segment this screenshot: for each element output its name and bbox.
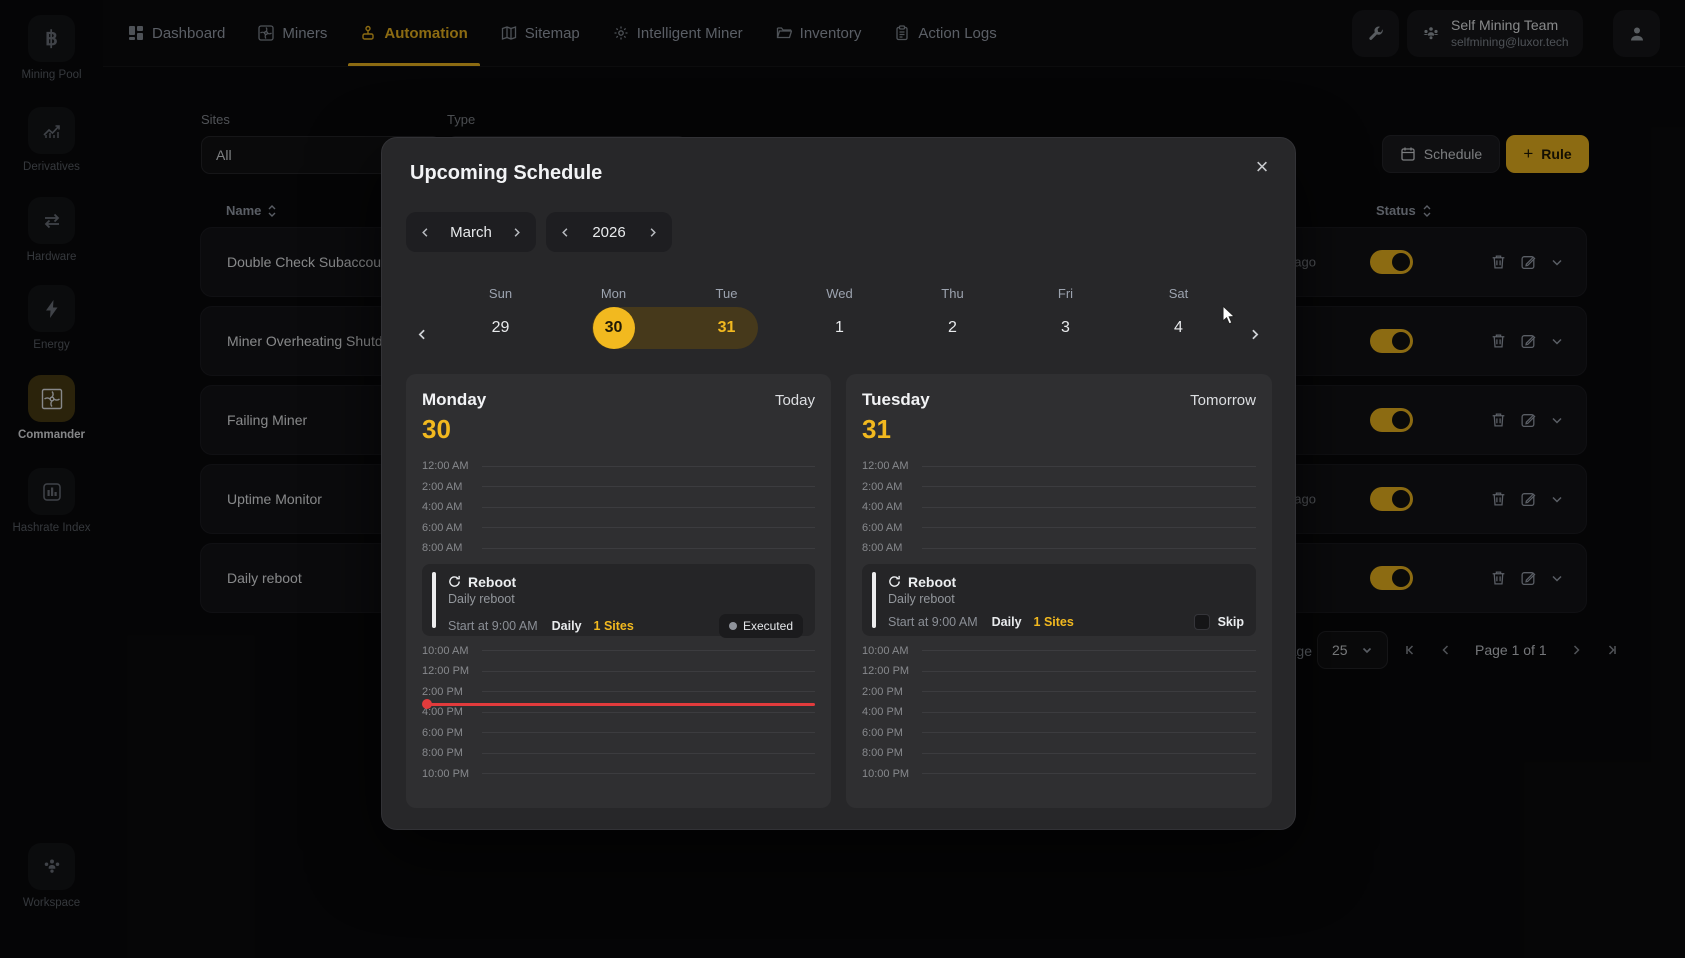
event-subtitle: Daily reboot <box>888 592 1244 606</box>
event-subtitle: Daily reboot <box>448 592 803 606</box>
time-label: 8:00 PM <box>422 747 478 759</box>
tuesday-timeline: 12:00 AM 2:00 AM 4:00 AM 6:00 AM 8:00 AM… <box>862 456 1256 784</box>
time-label: 2:00 PM <box>862 686 918 698</box>
prev-year-icon[interactable] <box>559 226 572 239</box>
day-1[interactable]: 1 <box>783 307 896 349</box>
day-29[interactable]: 29 <box>444 307 557 349</box>
next-week-icon[interactable] <box>1240 320 1268 348</box>
time-label: 4:00 PM <box>862 706 918 718</box>
panel-day-tag: Tomorrow <box>1190 392 1256 409</box>
monday-timeline: 12:00 AM 2:00 AM 4:00 AM 6:00 AM 8:00 AM… <box>422 456 815 784</box>
time-label: 12:00 AM <box>422 460 478 472</box>
time-label: 6:00 AM <box>862 522 918 534</box>
time-label: 2:00 AM <box>862 481 918 493</box>
next-year-icon[interactable] <box>646 226 659 239</box>
event-frequency: Daily <box>552 619 582 633</box>
time-label: 2:00 AM <box>422 481 478 493</box>
time-label: 8:00 PM <box>862 747 918 759</box>
time-label: 12:00 PM <box>862 665 918 677</box>
month-value: March <box>450 224 492 241</box>
panel-day-number: 31 <box>862 414 1256 445</box>
time-label: 6:00 AM <box>422 522 478 534</box>
executed-status-badge: Executed <box>719 614 803 638</box>
weekday-name: Thu <box>896 286 1009 301</box>
weekday-name: Wed <box>783 286 896 301</box>
time-label: 8:00 AM <box>862 542 918 554</box>
week-days: 29 30 31 1 2 3 4 <box>444 307 1235 349</box>
weekday-name: Sat <box>1122 286 1235 301</box>
time-label: 6:00 PM <box>422 727 478 739</box>
day-3[interactable]: 3 <box>1009 307 1122 349</box>
weekday-name: Tue <box>670 286 783 301</box>
event-start-time: Start at 9:00 AM <box>888 615 978 629</box>
time-label: 10:00 PM <box>422 768 478 780</box>
panel-day-name: Tuesday <box>862 390 930 410</box>
prev-week-icon[interactable] <box>408 320 436 348</box>
time-label: 10:00 AM <box>862 645 918 657</box>
status-text: Executed <box>743 619 793 633</box>
time-label: 12:00 PM <box>422 665 478 677</box>
weekday-name: Fri <box>1009 286 1122 301</box>
weekday-name: Mon <box>557 286 670 301</box>
current-time-indicator <box>424 703 815 706</box>
close-icon[interactable]: × <box>1245 150 1279 184</box>
skip-label: Skip <box>1218 615 1244 629</box>
panel-day-number: 30 <box>422 414 815 445</box>
event-title: Reboot <box>468 574 516 590</box>
refresh-icon <box>888 575 901 588</box>
modal-title: Upcoming Schedule <box>410 162 602 185</box>
event-title: Reboot <box>908 574 956 590</box>
panel-day-name: Monday <box>422 390 486 410</box>
year-selector: 2026 <box>546 212 672 252</box>
skip-checkbox[interactable] <box>1194 614 1210 630</box>
mouse-cursor <box>1222 305 1237 326</box>
time-label: 4:00 AM <box>862 501 918 513</box>
weekday-name: Sun <box>444 286 557 301</box>
day-4[interactable]: 4 <box>1122 307 1235 349</box>
time-label: 8:00 AM <box>422 542 478 554</box>
event-sites: 1 Sites <box>1034 615 1074 629</box>
time-label: 4:00 PM <box>422 706 478 718</box>
reboot-event-card[interactable]: Reboot Daily reboot Start at 9:00 AM Dai… <box>862 564 1256 636</box>
day-panel-monday: Monday Today 30 12:00 AM 2:00 AM 4:00 AM… <box>406 374 831 808</box>
reboot-event-card[interactable]: Reboot Daily reboot Start at 9:00 AM Dai… <box>422 564 815 636</box>
day-31[interactable]: 31 <box>670 307 783 349</box>
time-label: 6:00 PM <box>862 727 918 739</box>
event-frequency: Daily <box>992 615 1022 629</box>
upcoming-schedule-modal: Upcoming Schedule × March 2026 Sun Mon T… <box>381 137 1296 830</box>
refresh-icon <box>448 575 461 588</box>
month-selector: March <box>406 212 536 252</box>
day-30-selected[interactable]: 30 <box>557 307 670 349</box>
weekday-names: Sun Mon Tue Wed Thu Fri Sat <box>444 286 1235 301</box>
time-label: 10:00 PM <box>862 768 918 780</box>
time-label: 10:00 AM <box>422 645 478 657</box>
time-label: 4:00 AM <box>422 501 478 513</box>
event-sites: 1 Sites <box>594 619 634 633</box>
time-label: 12:00 AM <box>862 460 918 472</box>
year-value: 2026 <box>592 224 625 241</box>
next-month-icon[interactable] <box>510 226 523 239</box>
event-start-time: Start at 9:00 AM <box>448 619 538 633</box>
day-panel-tuesday: Tuesday Tomorrow 31 12:00 AM 2:00 AM 4:0… <box>846 374 1272 808</box>
panel-day-tag: Today <box>775 392 815 409</box>
status-dot <box>729 622 737 630</box>
day-2[interactable]: 2 <box>896 307 1009 349</box>
prev-month-icon[interactable] <box>419 226 432 239</box>
time-label: 2:00 PM <box>422 686 478 698</box>
